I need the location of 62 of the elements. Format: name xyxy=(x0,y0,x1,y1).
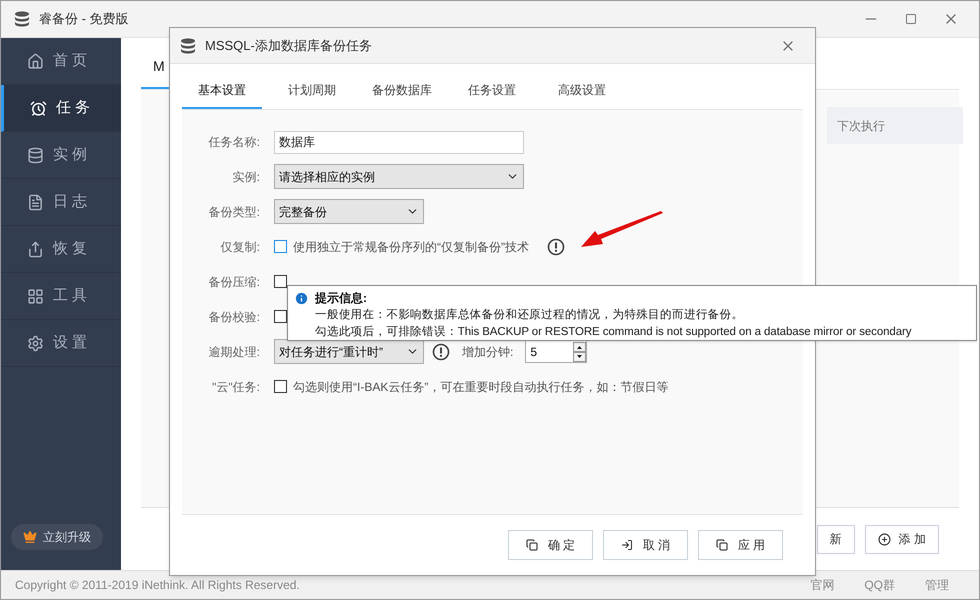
dropdown[interactable]: 对任务进行“重计时” xyxy=(274,339,424,364)
checkbox[interactable] xyxy=(274,380,287,393)
copy-icon xyxy=(526,539,538,551)
field-label: 逾期处理: xyxy=(208,344,260,360)
exclamation-icon[interactable] xyxy=(547,238,565,256)
spin-arrows-icon[interactable] xyxy=(573,342,586,362)
window-title: 睿备份 - 免费版 xyxy=(39,10,129,28)
sidebar-item[interactable]: 实 例 xyxy=(1,132,121,179)
crown-icon xyxy=(23,530,37,544)
maximize-icon[interactable] xyxy=(905,13,917,25)
database-icon xyxy=(27,146,44,164)
option-text: 使用独立于常规备份序列的“仅复制备份”技术 xyxy=(293,238,529,256)
field-label: 备份压缩: xyxy=(208,274,260,290)
minutes-spinner[interactable]: 5 xyxy=(525,340,588,363)
tab[interactable]: 任务设置 xyxy=(452,75,532,109)
gear-icon xyxy=(27,334,44,352)
share-icon xyxy=(27,240,44,258)
alarm-clock-icon xyxy=(30,100,47,116)
field-label: 增加分钟: xyxy=(462,344,514,360)
column-header: 下次执行 xyxy=(827,107,963,144)
tab[interactable]: 备份数据库 xyxy=(362,75,442,109)
grid-icon xyxy=(27,288,44,304)
plus-circle-icon xyxy=(878,532,891,546)
refresh-button[interactable]: 新 xyxy=(816,524,855,554)
tooltip-text: 一般使用在：不影响数据库总体备份和还原过程的情况，为特殊目的而进行备份。 xyxy=(315,307,744,323)
copy-icon xyxy=(716,539,728,551)
dialog-title: MSSQL-添加数据库备份任务 xyxy=(205,36,372,55)
field-label: 仅复制: xyxy=(220,238,260,256)
dropdown[interactable]: 完整备份 xyxy=(274,199,424,224)
home-icon xyxy=(27,52,44,70)
tooltip-text: 勾选此项后，可排除错误：This BACKUP or RESTORE command is not supported on a database mirror or secondary xyxy=(315,324,912,340)
database-icon xyxy=(179,36,197,54)
field-label: 备份校验: xyxy=(208,308,260,326)
document-icon xyxy=(27,194,44,210)
sign-in-icon xyxy=(620,539,633,551)
field-label: 实例: xyxy=(232,168,260,186)
field-label: 任务名称: xyxy=(208,134,260,150)
database-icon xyxy=(13,10,31,28)
exclamation-icon[interactable] xyxy=(432,342,450,360)
info-icon xyxy=(294,290,309,306)
upgrade-button[interactable]: 立刻升级 xyxy=(11,524,103,550)
dialog-button[interactable]: 取 消 xyxy=(603,530,688,560)
sidebar-item[interactable]: 恢 复 xyxy=(1,226,121,273)
tab[interactable]: 高级设置 xyxy=(542,75,622,109)
copyright-text: Copyright © 2011-2019 iNethink. All Rights Reserved. xyxy=(15,577,300,594)
tooltip-title: 提示信息: xyxy=(315,290,367,307)
tab[interactable]: 计划周期 xyxy=(272,75,352,109)
field-label: 备份类型: xyxy=(208,204,260,220)
task-name-field[interactable]: 数据库 xyxy=(274,130,524,154)
sidebar-item[interactable]: 日 志 xyxy=(1,179,121,226)
checkbox[interactable] xyxy=(274,240,287,253)
dialog-button[interactable]: 确 定 xyxy=(508,530,593,560)
dropdown[interactable]: 请选择相应的实例 xyxy=(274,164,524,189)
dialog-button[interactable]: 应 用 xyxy=(698,530,783,560)
field-label: "云"任务: xyxy=(211,378,260,396)
sidebar-item[interactable]: 工 具 xyxy=(1,273,121,320)
add-button[interactable]: 添 加 xyxy=(864,524,939,554)
option-text: 勾选则使用“I-BAK云任务”，可在重要时段自动执行任务，如：节假日等 xyxy=(293,378,668,396)
checkbox[interactable] xyxy=(274,275,287,288)
checkbox[interactable] xyxy=(274,310,287,323)
sidebar-item[interactable]: 任 务 xyxy=(1,85,121,132)
sidebar-item[interactable]: 设 置 xyxy=(1,320,121,367)
